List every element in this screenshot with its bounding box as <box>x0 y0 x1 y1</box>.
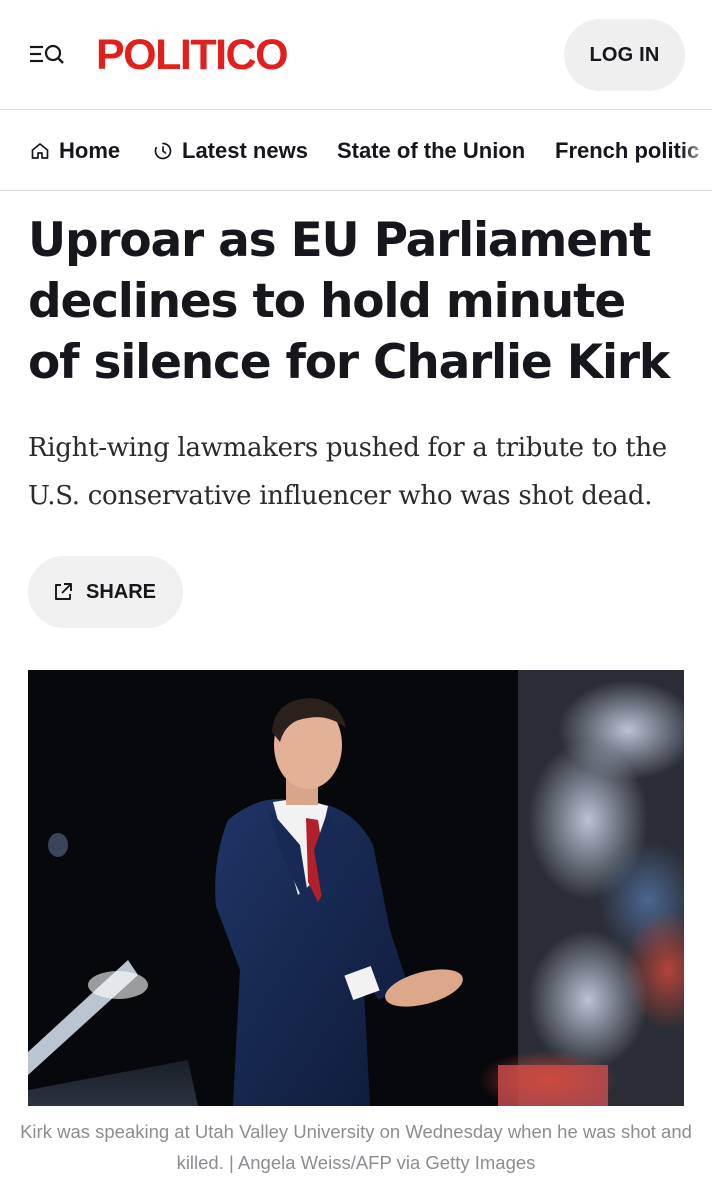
nav-item-label: French politic <box>555 138 700 163</box>
nav-item-latest-news[interactable]: Latest news <box>153 111 308 190</box>
nav-item-label: Home <box>59 138 121 163</box>
nav-item-home[interactable]: Home <box>30 111 121 190</box>
article-headline: Uproar as EU Parliament declines to hold… <box>28 213 670 390</box>
section-nav: Home Latest news State of the Union Fren… <box>0 111 712 191</box>
nav-item-label: State of the Union <box>337 138 526 163</box>
article-photo <box>28 670 684 1106</box>
clock-icon <box>153 141 173 161</box>
share-label: SHARE <box>86 580 157 603</box>
nav-item-state-of-the-union[interactable]: State of the Union <box>337 111 526 190</box>
article-dek: Right-wing lawmakers pushed for a tribut… <box>28 433 667 511</box>
home-icon <box>30 141 50 161</box>
top-header: POLITICO LOG IN <box>0 0 712 110</box>
share-button[interactable]: SHARE <box>28 556 183 628</box>
nav-fade <box>682 111 712 190</box>
photo-caption: Kirk was speaking at Utah Valley Univers… <box>20 1121 692 1173</box>
nav-item-french-politics[interactable]: French politic <box>555 111 700 190</box>
menu-search-icon[interactable] <box>28 38 68 70</box>
share-icon <box>52 581 74 603</box>
nav-item-label: Latest news <box>182 138 308 163</box>
login-button[interactable]: LOG IN <box>564 19 685 91</box>
politico-logo[interactable]: POLITICO <box>96 28 289 82</box>
